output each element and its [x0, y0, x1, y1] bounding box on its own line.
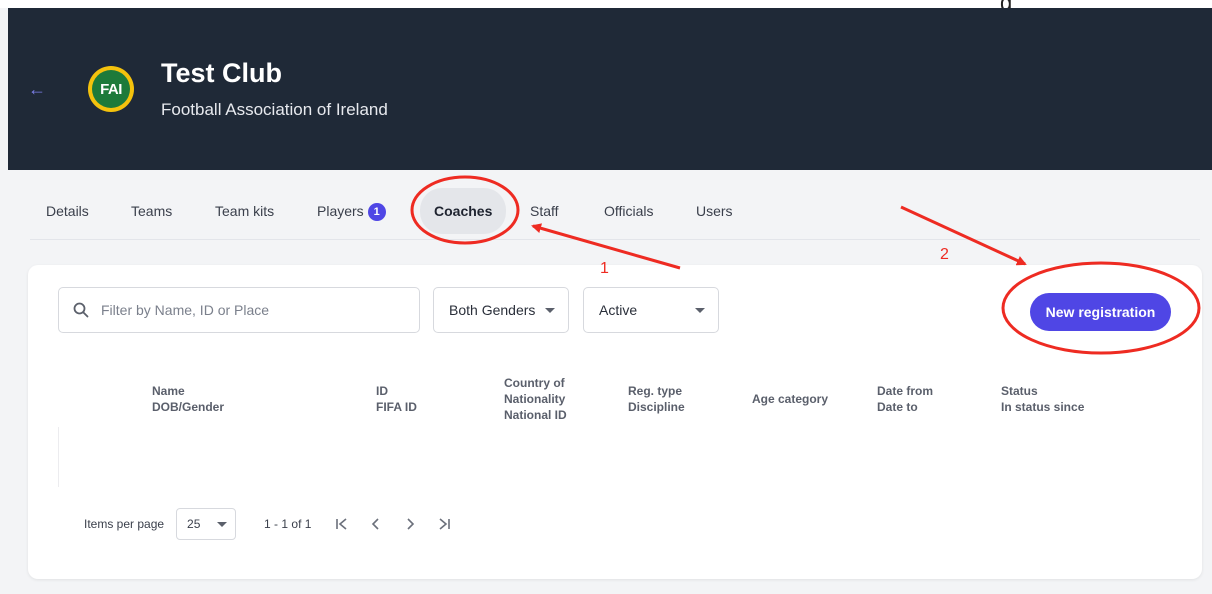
- next-page-button[interactable]: [397, 511, 423, 537]
- club-logo: FAI: [88, 66, 134, 112]
- club-header: ← FAI Test Club Football Association of …: [8, 8, 1212, 170]
- search-icon: [73, 302, 89, 318]
- previous-page-button[interactable]: [363, 511, 389, 537]
- status-select[interactable]: Active: [583, 287, 719, 333]
- chevron-left-icon: [372, 518, 379, 530]
- first-page-button[interactable]: [329, 511, 355, 537]
- annotation-step-1: 1: [600, 260, 609, 277]
- column-header-status[interactable]: Status In status since: [1001, 383, 1084, 415]
- items-per-page-select[interactable]: 25: [176, 508, 237, 540]
- gender-select[interactable]: Both Genders: [433, 287, 569, 333]
- table-header: Name DOB/Gender ID FIFA ID Country of Na…: [28, 373, 1202, 429]
- club-name: Test Club: [161, 58, 282, 88]
- pagination: Items per page 25 1 - 1 of 1: [84, 508, 457, 540]
- page-range: 1 - 1 of 1: [264, 517, 312, 531]
- table-row: [58, 427, 59, 487]
- arrow-left-icon: ←: [28, 79, 46, 99]
- players-count-badge: 1: [367, 203, 386, 221]
- search-input[interactable]: [101, 302, 401, 318]
- tab-team-kits[interactable]: Team kits: [215, 188, 274, 234]
- top-strip: g: [0, 0, 1212, 15]
- back-button[interactable]: ←: [26, 78, 48, 100]
- first-page-icon: [336, 518, 347, 530]
- tab-bar: Details Teams Team kits Players 1 Coaches…: [30, 188, 1200, 240]
- last-page-icon: [439, 518, 451, 530]
- tab-players[interactable]: Players 1: [317, 188, 386, 234]
- tab-players-label: Players: [317, 203, 364, 219]
- tab-details[interactable]: Details: [46, 188, 89, 234]
- items-per-page-label: Items per page: [84, 517, 165, 531]
- chevron-down-icon: [695, 308, 705, 313]
- status-select-value: Active: [599, 302, 638, 318]
- column-header-reg-type[interactable]: Reg. type Discipline: [628, 383, 685, 415]
- chevron-right-icon: [407, 518, 415, 530]
- tab-staff[interactable]: Staff: [530, 188, 559, 234]
- annotation-step-2: 2: [940, 246, 949, 263]
- new-registration-button[interactable]: New registration: [1030, 293, 1171, 331]
- fai-logo-icon: FAI: [92, 70, 130, 108]
- search-field[interactable]: [58, 287, 420, 333]
- tab-teams[interactable]: Teams: [131, 188, 172, 234]
- column-header-age-category[interactable]: Age category: [752, 391, 828, 407]
- chevron-down-icon: [217, 522, 228, 527]
- association-name: Football Association of Ireland: [161, 100, 388, 119]
- column-header-id[interactable]: ID FIFA ID: [376, 383, 417, 415]
- column-header-dates[interactable]: Date from Date to: [877, 383, 933, 415]
- items-per-page-value: 25: [187, 517, 201, 531]
- tab-users[interactable]: Users: [696, 188, 733, 234]
- coaches-panel: Both Genders Active New registration Nam…: [28, 265, 1202, 579]
- last-page-button[interactable]: [431, 511, 457, 537]
- column-header-name[interactable]: Name DOB/Gender: [152, 383, 224, 415]
- column-header-country[interactable]: Country of Nationality National ID: [504, 375, 567, 423]
- tab-coaches[interactable]: Coaches: [420, 188, 507, 234]
- chevron-down-icon: [545, 308, 555, 313]
- tab-officials[interactable]: Officials: [604, 188, 654, 234]
- gender-select-value: Both Genders: [449, 302, 536, 318]
